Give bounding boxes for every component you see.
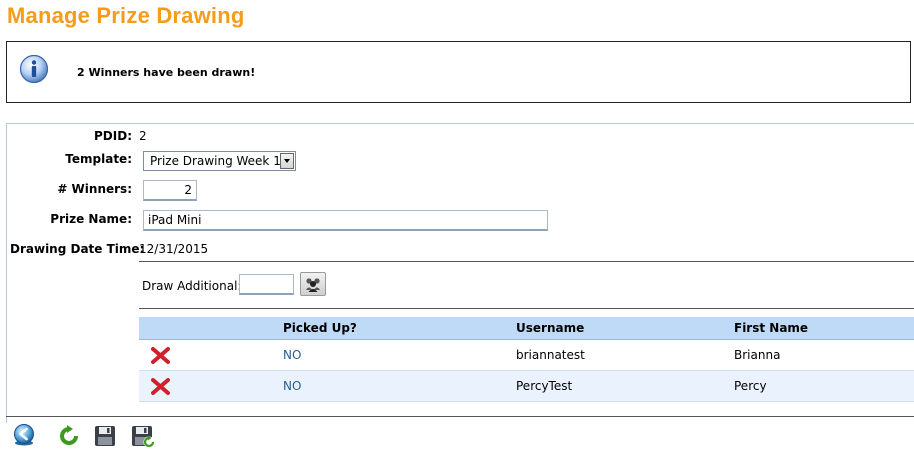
winners-table: Picked Up? Username First Name NO briann… (139, 317, 914, 402)
table-cell-first-name: Percy (734, 370, 914, 402)
table-cell-username: PercyTest (516, 370, 734, 402)
pdid-label: PDID: (94, 129, 132, 143)
column-header-first-name[interactable]: First Name (734, 317, 914, 340)
info-message-box: 2 Winners have been drawn! (6, 41, 911, 103)
divider (139, 308, 914, 309)
template-selected-value: Prize Drawing Week 1 (150, 154, 281, 168)
template-label: Template: (65, 152, 132, 166)
prize-name-label: Prize Name: (50, 212, 132, 226)
draw-additional-input[interactable] (239, 274, 294, 295)
refresh-icon[interactable] (57, 424, 81, 448)
divider (139, 261, 914, 262)
chevron-down-icon[interactable] (280, 153, 294, 169)
delete-icon[interactable] (151, 346, 170, 364)
table-cell-actions (139, 370, 283, 402)
save-icon[interactable] (93, 424, 117, 448)
people-icon (306, 278, 320, 292)
table-header-row: Picked Up? Username First Name (139, 317, 914, 340)
info-message-text: 2 Winners have been drawn! (77, 66, 256, 79)
divider (6, 416, 914, 417)
back-icon[interactable] (12, 423, 36, 447)
draw-button[interactable] (300, 272, 326, 296)
pdid-value: 2 (139, 129, 147, 143)
drawing-date-time-label: Drawing Date Time: (10, 242, 145, 256)
info-icon (19, 54, 49, 84)
picked-up-link[interactable]: NO (283, 348, 301, 362)
delete-icon[interactable] (151, 377, 170, 395)
page-title: Manage Prize Drawing (7, 3, 245, 28)
table-cell-actions (139, 340, 283, 371)
picked-up-link[interactable]: NO (283, 379, 301, 393)
save-and-close-icon[interactable] (130, 424, 156, 449)
draw-additional-label: Draw Additional: (142, 279, 242, 293)
winners-label: # Winners: (57, 182, 132, 196)
table-row: NO briannatest Brianna (139, 340, 914, 371)
table-cell-username: briannatest (516, 348, 585, 362)
table-cell-picked-up: NO (283, 340, 516, 371)
table-row: NO PercyTest Percy (139, 370, 914, 402)
column-header-username[interactable]: Username (516, 317, 734, 340)
table-cell-picked-up: NO (283, 370, 516, 402)
drawing-date-time-value: 12/31/2015 (139, 242, 209, 256)
template-select[interactable]: Prize Drawing Week 1 (143, 151, 296, 171)
column-header-picked-up[interactable]: Picked Up? (283, 317, 516, 340)
prize-name-input[interactable] (143, 210, 548, 231)
column-header-actions (139, 317, 283, 340)
winners-input[interactable] (143, 180, 197, 201)
table-cell-first-name: Brianna (734, 348, 781, 362)
